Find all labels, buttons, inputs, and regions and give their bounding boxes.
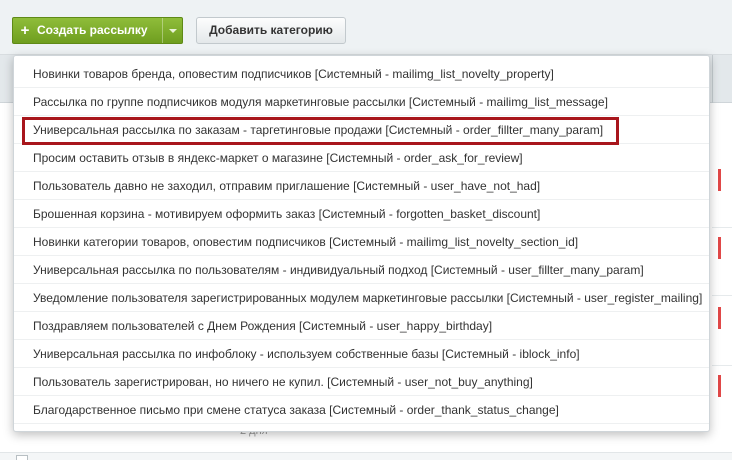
row-divider xyxy=(712,365,732,366)
status-mark xyxy=(718,237,721,259)
plus-icon: + xyxy=(20,22,30,39)
toolbar: + Создать рассылку Добавить категорию xyxy=(0,0,732,48)
menu-item[interactable]: Брошенная корзина - мотивируем оформить … xyxy=(14,200,709,228)
create-mailing-menu: Новинки товаров бренда, оповестим подпис… xyxy=(13,55,710,432)
grid-row-partial xyxy=(0,452,732,460)
menu-item[interactable]: Универсальная рассылка по инфоблоку - ис… xyxy=(14,340,709,368)
menu-item[interactable]: Поздравляем пользователей с Днем Рождени… xyxy=(14,312,709,340)
menu-item[interactable]: Уведомление пользователя зарегистрирован… xyxy=(14,284,709,312)
add-category-button[interactable]: Добавить категорию xyxy=(196,17,346,44)
row-divider xyxy=(712,295,732,296)
menu-item[interactable]: Универсальная рассылка по пользователям … xyxy=(14,256,709,284)
menu-item[interactable]: Благодарственное письмо при смене статус… xyxy=(14,396,709,424)
status-mark xyxy=(718,375,721,397)
create-mailing-dropdown-toggle[interactable] xyxy=(162,18,182,43)
menu-item[interactable]: Новинки категории товаров, оповестим под… xyxy=(14,228,709,256)
row-checkbox[interactable] xyxy=(16,455,28,460)
create-mailing-label: Создать рассылку xyxy=(37,23,148,37)
row-divider xyxy=(712,227,732,228)
menu-item[interactable]: Новинки товаров бренда, оповестим подпис… xyxy=(14,60,709,88)
menu-item-highlighted[interactable]: Универсальная рассылка по заказам - тарг… xyxy=(14,116,709,144)
menu-item[interactable]: Рассылка по группе подписчиков модуля ма… xyxy=(14,88,709,116)
menu-item[interactable]: Просим оставить отзыв в яндекс-маркет о … xyxy=(14,144,709,172)
column-separator xyxy=(712,55,713,103)
menu-item[interactable]: Пользователь зарегистрирован, но ничего … xyxy=(14,368,709,396)
menu-item[interactable]: Пользователь давно не заходил, отправим … xyxy=(14,172,709,200)
create-mailing-button[interactable]: + Создать рассылку xyxy=(12,17,183,44)
status-mark xyxy=(718,169,721,191)
status-mark xyxy=(718,307,721,329)
grid-right-edge xyxy=(712,103,732,460)
chevron-down-icon xyxy=(168,28,177,33)
